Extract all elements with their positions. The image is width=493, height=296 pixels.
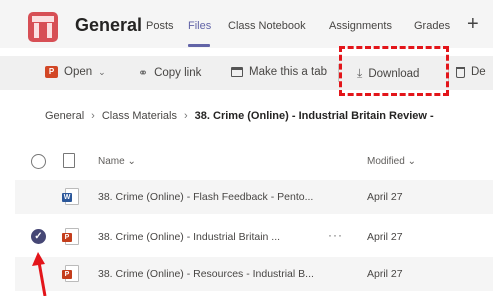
powerpoint-icon: P	[45, 66, 58, 78]
chevron-right-icon: ›	[184, 110, 188, 122]
make-tab-label: Make this a tab	[249, 66, 327, 78]
file-row-selected[interactable]: P 38. Crime (Online) - Industrial Britai…	[15, 220, 493, 254]
select-all-radio[interactable]	[31, 154, 46, 169]
row-selected-checkmark-icon[interactable]: ✓	[31, 229, 46, 244]
column-header-modified[interactable]: Modified ⌄	[367, 156, 416, 167]
file-modified-date: April 27	[367, 268, 403, 280]
file-row[interactable]: P 38. Crime (Online) - Resources - Indus…	[15, 257, 493, 291]
channel-header: General Posts Files Class Notebook Assig…	[0, 0, 493, 48]
file-modified-date: April 27	[367, 231, 403, 243]
tab-posts[interactable]: Posts	[146, 20, 174, 32]
breadcrumb-item-class-materials[interactable]: Class Materials	[102, 110, 177, 122]
tab-assignments[interactable]: Assignments	[329, 20, 392, 32]
tab-icon	[231, 67, 243, 77]
breadcrumb-item-current: 38. Crime (Online) - Industrial Britain …	[194, 110, 434, 122]
tab-files[interactable]: Files	[188, 20, 211, 32]
trash-icon	[456, 66, 465, 78]
file-list-header: Name ⌄ Modified ⌄	[0, 145, 493, 177]
word-badge-icon: W	[62, 193, 72, 202]
building-column-shape	[47, 23, 52, 38]
team-avatar[interactable]	[28, 12, 58, 42]
chevron-down-icon: ⌄	[98, 66, 106, 77]
powerpoint-badge-icon: P	[62, 233, 72, 242]
copy-link-label: Copy link	[154, 67, 202, 79]
make-tab-button[interactable]: Make this a tab	[231, 66, 327, 78]
add-tab-button[interactable]: +	[467, 14, 479, 34]
copy-link-button[interactable]: ⚭ Copy link	[138, 66, 201, 80]
powerpoint-file-icon: P	[62, 265, 79, 282]
open-button[interactable]: P Open ⌄	[45, 66, 106, 78]
open-label: Open	[64, 66, 93, 78]
file-modified-date: April 27	[367, 191, 403, 203]
tab-class-notebook[interactable]: Class Notebook	[228, 20, 306, 32]
file-name[interactable]: 38. Crime (Online) - Resources - Industr…	[98, 268, 314, 280]
building-column-shape	[34, 23, 39, 38]
file-row[interactable]: W 38. Crime (Online) - Flash Feedback - …	[15, 180, 493, 214]
tab-grades[interactable]: Grades	[414, 20, 450, 32]
link-icon: ⚭	[138, 66, 149, 80]
building-roof-shape	[32, 16, 54, 22]
file-name[interactable]: 38. Crime (Online) - Flash Feedback - Pe…	[98, 191, 313, 203]
breadcrumb-item-general[interactable]: General	[45, 110, 84, 122]
file-type-icon	[63, 153, 75, 168]
powerpoint-file-icon: P	[62, 228, 79, 245]
red-arrow-annotation	[32, 252, 47, 296]
column-name-label: Name	[98, 156, 125, 167]
column-header-name[interactable]: Name ⌄	[98, 156, 136, 167]
download-highlight-annotation	[339, 46, 449, 96]
active-tab-indicator	[188, 44, 210, 47]
channel-title: General	[75, 15, 143, 35]
breadcrumb: General › Class Materials › 38. Crime (O…	[45, 110, 434, 122]
word-file-icon: W	[62, 188, 79, 205]
delete-label: De	[471, 66, 486, 78]
powerpoint-badge-icon: P	[62, 270, 72, 279]
column-modified-label: Modified	[367, 156, 405, 167]
more-options-icon[interactable]: ···	[328, 228, 343, 242]
file-name[interactable]: 38. Crime (Online) - Industrial Britain …	[98, 231, 280, 243]
chevron-right-icon: ›	[91, 110, 95, 122]
delete-button[interactable]: De	[456, 66, 486, 78]
